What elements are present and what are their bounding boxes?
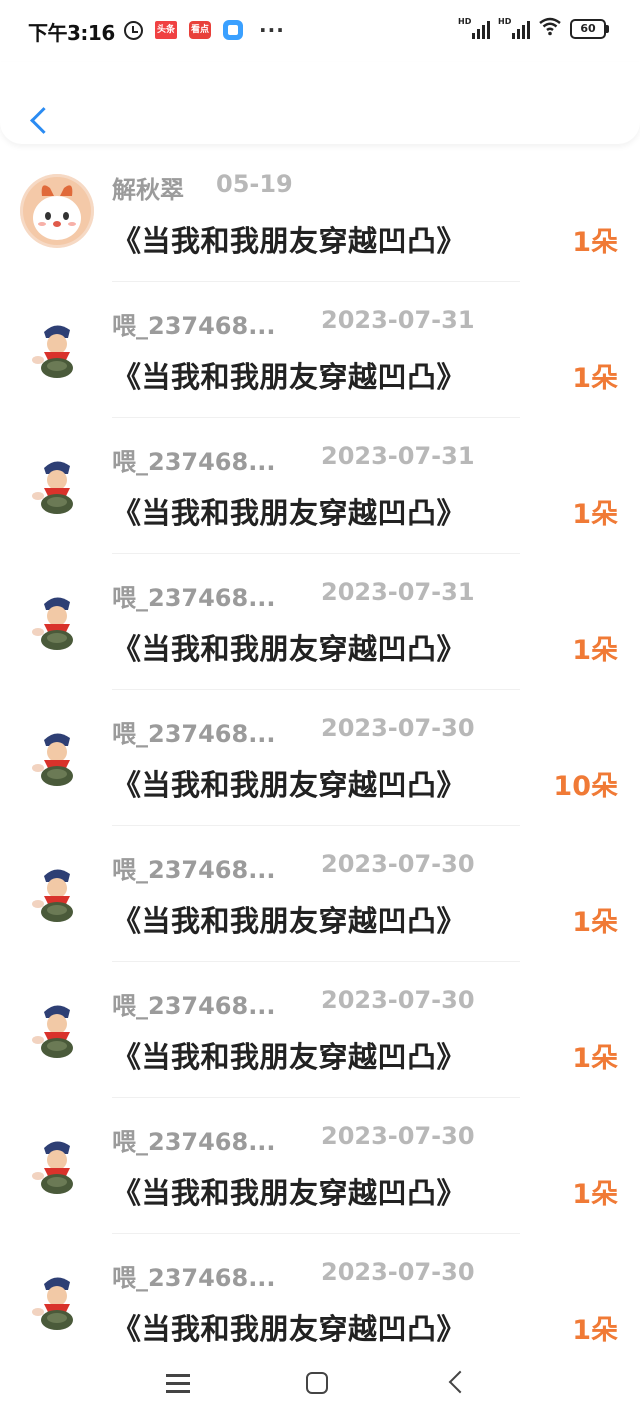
record-date: 2023-07-31 bbox=[321, 306, 475, 334]
avatar[interactable] bbox=[20, 310, 94, 384]
battery-icon: 60 bbox=[570, 19, 609, 39]
flower-count: 10朵 bbox=[553, 771, 618, 802]
more-notifications-icon: ··· bbox=[259, 18, 285, 42]
page-header bbox=[0, 62, 640, 144]
status-time: 下午3:16 bbox=[28, 21, 115, 45]
book-title: 《当我和我朋友穿越凹凸》 bbox=[112, 632, 467, 666]
list-item[interactable]: 喂_237468... 2023-07-31 《当我和我朋友穿越凹凸》 1朵 bbox=[0, 418, 640, 554]
flower-count: 1朵 bbox=[572, 1179, 618, 1210]
flower-count: 1朵 bbox=[572, 635, 618, 666]
status-notification-icons: 头条 看点 ··· bbox=[124, 18, 285, 42]
record-date: 05-19 bbox=[216, 170, 293, 198]
book-title: 《当我和我朋友穿越凹凸》 bbox=[112, 496, 467, 530]
book-title: 《当我和我朋友穿越凹凸》 bbox=[112, 1312, 467, 1346]
sender-name: 喂_237468... bbox=[112, 856, 276, 884]
record-date: 2023-07-30 bbox=[321, 986, 475, 1014]
avatar[interactable] bbox=[20, 990, 94, 1064]
list-item[interactable]: 喂_237468... 2023-07-31 《当我和我朋友穿越凹凸》 1朵 bbox=[0, 554, 640, 690]
signal-icon-2: HD bbox=[498, 17, 530, 39]
list-item[interactable]: 喂_237468... 2023-07-30 《当我和我朋友穿越凹凸》 1朵 bbox=[0, 1098, 640, 1234]
home-icon[interactable] bbox=[306, 1372, 328, 1394]
record-date: 2023-07-31 bbox=[321, 442, 475, 470]
sender-name: 喂_237468... bbox=[112, 448, 276, 476]
list-item[interactable]: 喂_237468... 2023-07-30 《当我和我朋友穿越凹凸》 1朵 bbox=[0, 826, 640, 962]
book-title: 《当我和我朋友穿越凹凸》 bbox=[112, 904, 467, 938]
record-date: 2023-07-30 bbox=[321, 1122, 475, 1150]
status-system-icons: HD HD 60 bbox=[458, 16, 609, 39]
flower-count: 1朵 bbox=[572, 499, 618, 530]
book-title: 《当我和我朋友穿越凹凸》 bbox=[112, 360, 467, 394]
avatar[interactable] bbox=[20, 854, 94, 928]
flower-count: 1朵 bbox=[572, 363, 618, 394]
toutiao-app-icon: 头条 bbox=[155, 21, 177, 39]
record-date: 2023-07-31 bbox=[321, 578, 475, 606]
system-nav-bar bbox=[0, 1354, 640, 1422]
list-item[interactable]: 喂_237468... 2023-07-31 《当我和我朋友穿越凹凸》 1朵 bbox=[0, 282, 640, 418]
alarm-icon bbox=[124, 20, 143, 40]
sender-name: 喂_237468... bbox=[112, 1264, 276, 1292]
flower-count: 1朵 bbox=[572, 227, 618, 258]
book-title: 《当我和我朋友穿越凹凸》 bbox=[112, 1040, 467, 1074]
avatar[interactable] bbox=[20, 1262, 94, 1336]
status-bar: 下午3:16 头条 看点 ··· HD HD 60 bbox=[0, 0, 640, 62]
book-title: 《当我和我朋友穿越凹凸》 bbox=[112, 1176, 467, 1210]
kandian-app-icon: 看点 bbox=[189, 21, 211, 39]
flower-count: 1朵 bbox=[572, 1315, 618, 1346]
avatar[interactable] bbox=[20, 174, 94, 248]
sender-name: 解秋翠 bbox=[112, 176, 184, 204]
avatar[interactable] bbox=[20, 582, 94, 656]
flower-count: 1朵 bbox=[572, 1043, 618, 1074]
chevron-left-icon bbox=[30, 107, 57, 134]
avatar[interactable] bbox=[20, 1126, 94, 1200]
wifi-icon bbox=[538, 16, 562, 39]
app-notification-icon bbox=[223, 20, 243, 40]
avatar[interactable] bbox=[20, 446, 94, 520]
record-date: 2023-07-30 bbox=[321, 1258, 475, 1286]
sender-name: 喂_237468... bbox=[112, 584, 276, 612]
sender-name: 喂_237468... bbox=[112, 720, 276, 748]
gift-record-list[interactable]: 解秋翠 05-19 《当我和我朋友穿越凹凸》 1朵 喂_237468... 2023-07… bbox=[0, 146, 640, 1370]
book-title: 《当我和我朋友穿越凹凸》 bbox=[112, 224, 467, 258]
sender-name: 喂_237468... bbox=[112, 992, 276, 1020]
sender-name: 喂_237468... bbox=[112, 312, 276, 340]
flower-count: 1朵 bbox=[572, 907, 618, 938]
record-date: 2023-07-30 bbox=[321, 714, 475, 742]
list-item[interactable]: 解秋翠 05-19 《当我和我朋友穿越凹凸》 1朵 bbox=[0, 146, 640, 282]
menu-icon[interactable] bbox=[166, 1374, 190, 1394]
back-icon[interactable] bbox=[448, 1370, 472, 1394]
record-date: 2023-07-30 bbox=[321, 850, 475, 878]
avatar[interactable] bbox=[20, 718, 94, 792]
book-title: 《当我和我朋友穿越凹凸》 bbox=[112, 768, 467, 802]
list-item[interactable]: 喂_237468... 2023-07-30 《当我和我朋友穿越凹凸》 1朵 bbox=[0, 1234, 640, 1370]
list-item[interactable]: 喂_237468... 2023-07-30 《当我和我朋友穿越凹凸》 10朵 bbox=[0, 690, 640, 826]
list-item[interactable]: 喂_237468... 2023-07-30 《当我和我朋友穿越凹凸》 1朵 bbox=[0, 962, 640, 1098]
signal-icon: HD bbox=[458, 17, 490, 39]
back-button[interactable] bbox=[10, 80, 60, 134]
sender-name: 喂_237468... bbox=[112, 1128, 276, 1156]
